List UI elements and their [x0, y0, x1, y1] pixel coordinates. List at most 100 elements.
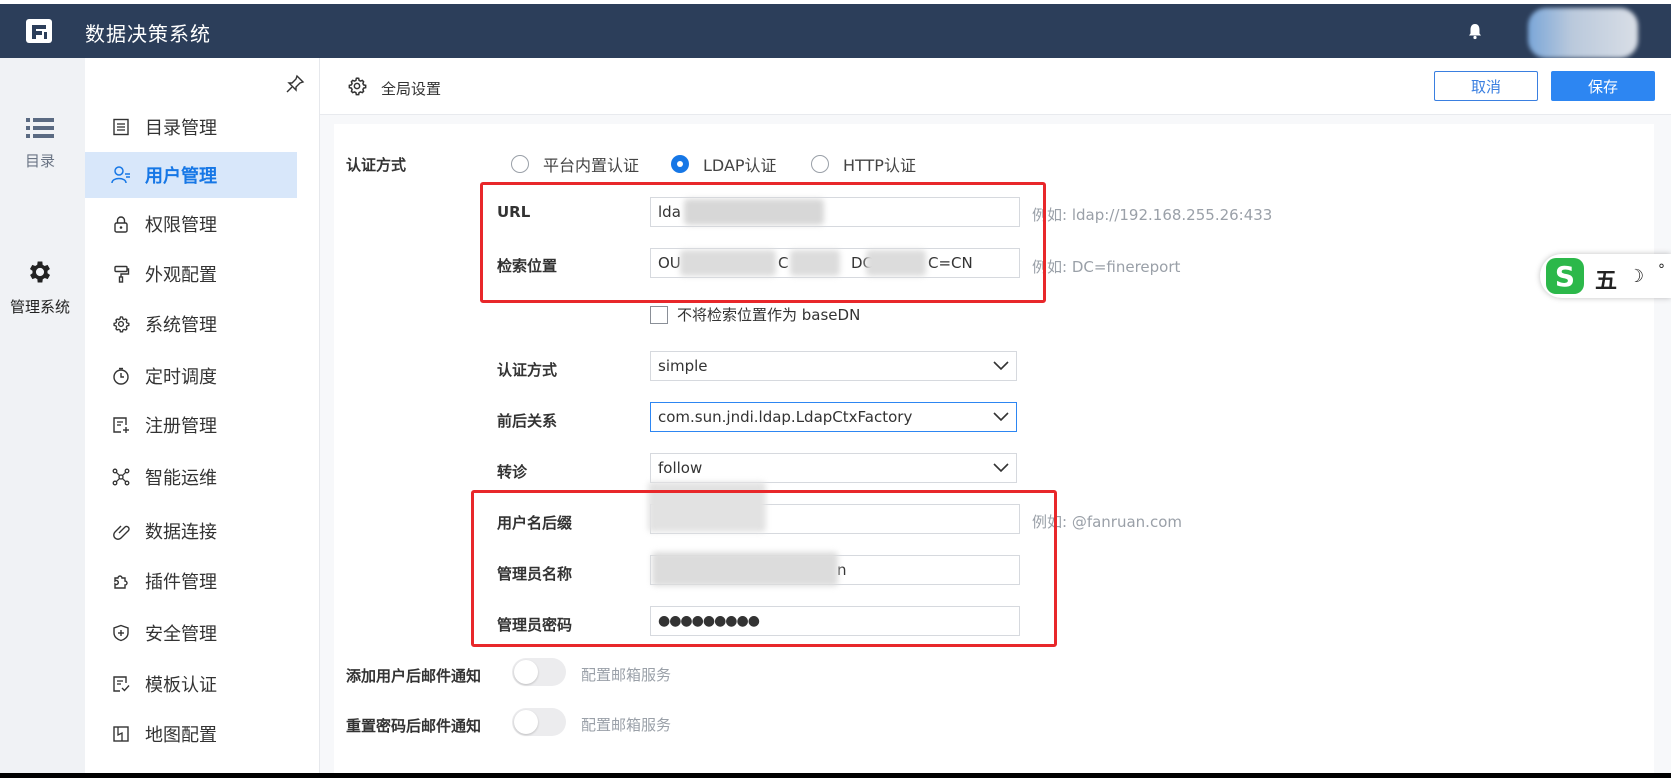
menu-item-label: 目录管理	[145, 118, 217, 139]
nav-admin[interactable]: 管理系统	[0, 258, 80, 317]
breadcrumb: 全局设置	[381, 80, 442, 98]
nav-admin-label: 管理系统	[9, 298, 70, 316]
auth-method-label: 认证方式	[346, 156, 407, 174]
menu-item-data-connect[interactable]: 数据连接	[85, 508, 297, 554]
menu-item-permissions[interactable]: 权限管理	[85, 201, 297, 247]
moon-icon[interactable]: ☽	[1628, 266, 1644, 287]
radio-dot	[511, 155, 529, 173]
menu-item-label: 注册管理	[145, 416, 217, 437]
radio-label: 平台内置认证	[543, 156, 640, 175]
menu-item-security[interactable]: 安全管理	[85, 610, 297, 656]
menu-item-plugins[interactable]: 插件管理	[85, 558, 297, 604]
app-title: 数据决策系统	[85, 22, 211, 46]
network-icon	[111, 467, 131, 487]
search-base-hint: 例如: DC=finereport	[1032, 258, 1181, 276]
mail-on-reset-label: 重置密码后邮件通知	[346, 717, 482, 735]
menu-item-label: 系统管理	[145, 315, 217, 336]
menu-item-system[interactable]: 系统管理	[85, 301, 297, 347]
mail-on-add-label: 添加用户后邮件通知	[346, 667, 482, 685]
user-avatar[interactable]	[1528, 8, 1638, 58]
catalog-icon	[111, 117, 131, 137]
context-factory-label: 前后关系	[497, 412, 558, 430]
list-icon	[26, 118, 54, 138]
chevron-down-icon	[993, 412, 1009, 422]
menu-item-catalog[interactable]: 目录管理	[85, 104, 297, 150]
menu-item-label: 外观配置	[145, 265, 217, 286]
page-header: 全局设置 取消 保存	[320, 58, 1671, 115]
checkbox-box	[650, 305, 668, 324]
gear-icon	[111, 314, 131, 334]
gear-icon	[29, 261, 51, 283]
menu-item-appearance[interactable]: 外观配置	[85, 251, 297, 297]
basedn-checkbox[interactable]: 不将检索位置作为 baseDN	[650, 304, 860, 325]
pin-icon[interactable]	[285, 74, 305, 94]
radio-dot-selected	[671, 155, 689, 173]
radio-http-auth[interactable]: HTTP认证	[811, 152, 916, 176]
menu-item-map[interactable]: 地图配置	[85, 711, 297, 757]
menu-item-register[interactable]: 注册管理	[85, 402, 297, 448]
nav-catalog[interactable]: 目录	[0, 116, 80, 171]
menu-item-label: 智能运维	[145, 468, 217, 489]
map-icon	[111, 724, 131, 744]
menu-item-label: 数据连接	[145, 522, 217, 543]
context-factory-select[interactable]: com.sun.jndi.ldap.LdapCtxFactory	[650, 402, 1017, 432]
menu-item-label: 地图配置	[145, 725, 217, 746]
user-manage-icon	[111, 165, 131, 185]
menu-item-label: 定时调度	[145, 367, 217, 388]
menu-item-label: 插件管理	[145, 572, 217, 593]
ime-mode[interactable]: 五	[1595, 263, 1617, 295]
highlight-box-admin	[471, 490, 1057, 647]
settings-gear-icon	[348, 77, 367, 96]
nav-catalog-label: 目录	[24, 152, 55, 170]
radio-builtin-auth[interactable]: 平台内置认证	[511, 152, 639, 176]
radio-label: HTTP认证	[843, 156, 916, 175]
ime-symbol[interactable]: °	[1658, 262, 1665, 278]
radio-ldap-auth[interactable]: LDAP认证	[671, 152, 777, 176]
referral-select[interactable]: follow	[650, 453, 1017, 483]
app-window: 数据决策系统 目录 管理系统 目录管理 用户管理 权限管理 外观配置 系统管理 …	[0, 0, 1671, 773]
link-icon	[111, 521, 131, 541]
admin-menu: 目录管理 用户管理 权限管理 外观配置 系统管理 定时调度 注册管理 智能运维	[85, 58, 320, 773]
template-icon	[111, 674, 131, 694]
mail-on-add-toggle[interactable]	[512, 658, 566, 686]
paint-roller-icon	[111, 264, 131, 284]
referral-value: follow	[658, 459, 703, 477]
puzzle-icon	[111, 571, 131, 591]
checkbox-label: 不将检索位置作为 baseDN	[677, 306, 861, 324]
radio-dot	[811, 155, 829, 173]
menu-item-label: 权限管理	[145, 215, 217, 236]
top-bar: 数据决策系统	[0, 0, 1671, 58]
menu-item-label: 安全管理	[145, 624, 217, 645]
timer-icon	[111, 366, 131, 386]
menu-item-label: 模板认证	[145, 675, 217, 696]
mail-on-add-text: 配置邮箱服务	[581, 666, 672, 684]
menu-item-template-auth[interactable]: 模板认证	[85, 661, 297, 707]
app-logo-icon[interactable]	[26, 19, 52, 43]
auth-type-label: 认证方式	[497, 361, 558, 379]
lock-icon	[111, 214, 131, 234]
chevron-down-icon	[993, 361, 1009, 371]
shield-icon	[111, 623, 131, 643]
menu-item-ops[interactable]: 智能运维	[85, 454, 297, 500]
mail-on-reset-text: 配置邮箱服务	[581, 716, 672, 734]
menu-item-label: 用户管理	[145, 166, 217, 187]
ime-toolbar[interactable]: S 五 ☽ °	[1540, 254, 1671, 298]
chevron-down-icon	[993, 463, 1009, 473]
referral-label: 转诊	[497, 463, 528, 481]
save-button[interactable]: 保存	[1551, 71, 1655, 101]
bell-icon[interactable]	[1466, 22, 1484, 40]
menu-item-user-manage[interactable]: 用户管理	[85, 152, 297, 198]
highlight-box-url	[480, 182, 1046, 303]
radio-label: LDAP认证	[703, 156, 777, 175]
register-icon	[111, 415, 131, 435]
menu-item-schedule[interactable]: 定时调度	[85, 353, 297, 399]
cancel-button[interactable]: 取消	[1434, 71, 1538, 101]
context-factory-value: com.sun.jndi.ldap.LdapCtxFactory	[658, 408, 913, 426]
ime-logo[interactable]: S	[1546, 258, 1584, 294]
auth-type-value: simple	[658, 357, 708, 375]
top-edge	[0, 0, 1671, 4]
left-nav: 目录 管理系统	[0, 58, 85, 773]
auth-type-select[interactable]: simple	[650, 351, 1017, 381]
mail-on-reset-toggle[interactable]	[512, 708, 566, 736]
url-hint: 例如: ldap://192.168.255.26:433	[1032, 206, 1273, 224]
